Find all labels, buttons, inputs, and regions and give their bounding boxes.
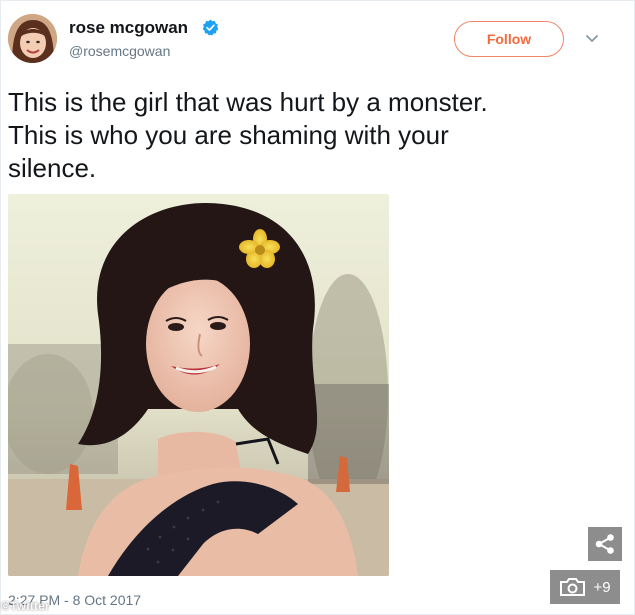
tweet-text-line: silence. xyxy=(8,153,97,183)
avatar[interactable] xyxy=(8,14,57,63)
camera-icon xyxy=(560,578,586,596)
gallery-button[interactable]: +9 xyxy=(550,570,620,604)
tweet-text-line: This is who you are shaming with your xyxy=(8,120,449,150)
share-icon xyxy=(595,534,614,554)
follow-button[interactable]: Follow xyxy=(454,21,564,57)
user-handle[interactable]: @rosemcgowan xyxy=(69,43,170,59)
tweet-text-line: This is the girl that was hurt by a mons… xyxy=(8,87,488,117)
verified-badge-icon xyxy=(202,19,219,36)
tweet-photo[interactable] xyxy=(8,194,389,576)
chevron-down-icon[interactable] xyxy=(585,34,599,44)
share-button[interactable] xyxy=(588,527,622,561)
watermark: ©Twitter xyxy=(1,599,50,613)
tweet-text: This is the girl that was hurt by a mons… xyxy=(8,86,608,185)
gallery-count: +9 xyxy=(593,578,611,596)
display-name[interactable]: rose mcgowan xyxy=(69,18,188,38)
